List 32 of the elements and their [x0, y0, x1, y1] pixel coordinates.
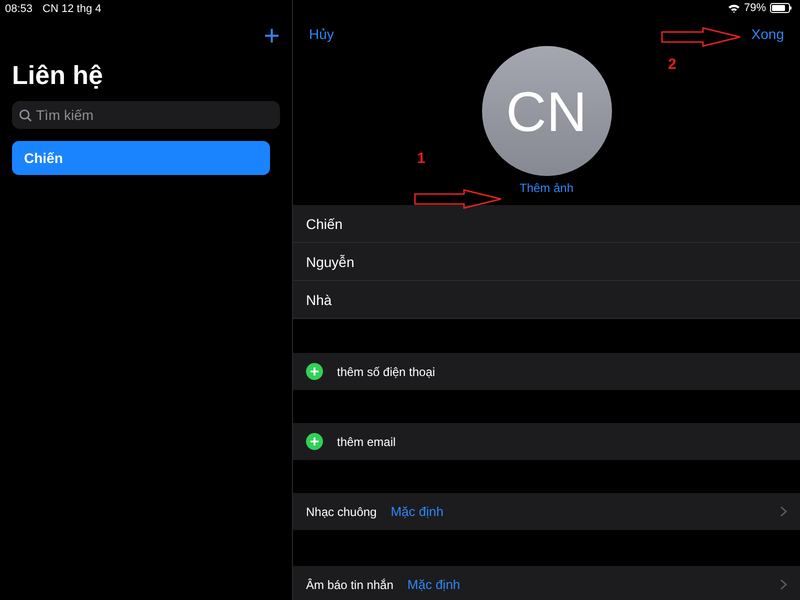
- cancel-button[interactable]: Hủy: [309, 24, 334, 44]
- search-field[interactable]: Tìm kiếm: [12, 101, 280, 129]
- setting-label: Nhạc chuông: [306, 504, 377, 518]
- setting-row[interactable]: Âm báo tin nhắn Mặc định: [293, 566, 800, 600]
- status-date: CN 12 thg 4: [42, 3, 102, 15]
- setting-value: Mặc định: [390, 504, 444, 519]
- search-icon: [19, 109, 32, 122]
- add-row[interactable]: thêm số điện thoại: [293, 353, 800, 390]
- name-field[interactable]: Chiến: [293, 205, 800, 243]
- battery-icon: [770, 3, 792, 13]
- contact-item[interactable]: Chiến: [12, 141, 270, 175]
- chevron-icon: [780, 579, 787, 590]
- page-title: Liên hệ: [12, 60, 104, 91]
- add-icon: [306, 433, 323, 450]
- battery-percent: 79%: [744, 2, 766, 14]
- setting-value: Mặc định: [407, 577, 460, 592]
- add-icon: [306, 363, 323, 380]
- annotation-number: 2: [668, 56, 676, 73]
- done-button[interactable]: Xong: [751, 24, 784, 44]
- setting-row[interactable]: Nhạc chuông Mặc định: [293, 493, 800, 530]
- name-field[interactable]: Nguyễn: [293, 243, 800, 281]
- add-contact-button[interactable]: +: [264, 24, 280, 48]
- annotation-number: 1: [417, 150, 426, 167]
- wifi-icon: [728, 4, 740, 12]
- chevron-icon: [780, 506, 787, 517]
- add-photo-button[interactable]: Thêm ảnh: [519, 181, 574, 195]
- name-field[interactable]: Nhà: [293, 281, 800, 319]
- status-time: 08:53: [5, 3, 33, 15]
- add-row[interactable]: thêm email: [293, 423, 800, 460]
- setting-label: Âm báo tin nhắn: [306, 578, 394, 592]
- add-row-label: thêm email: [337, 434, 396, 448]
- add-row-label: thêm số điện thoại: [337, 364, 436, 378]
